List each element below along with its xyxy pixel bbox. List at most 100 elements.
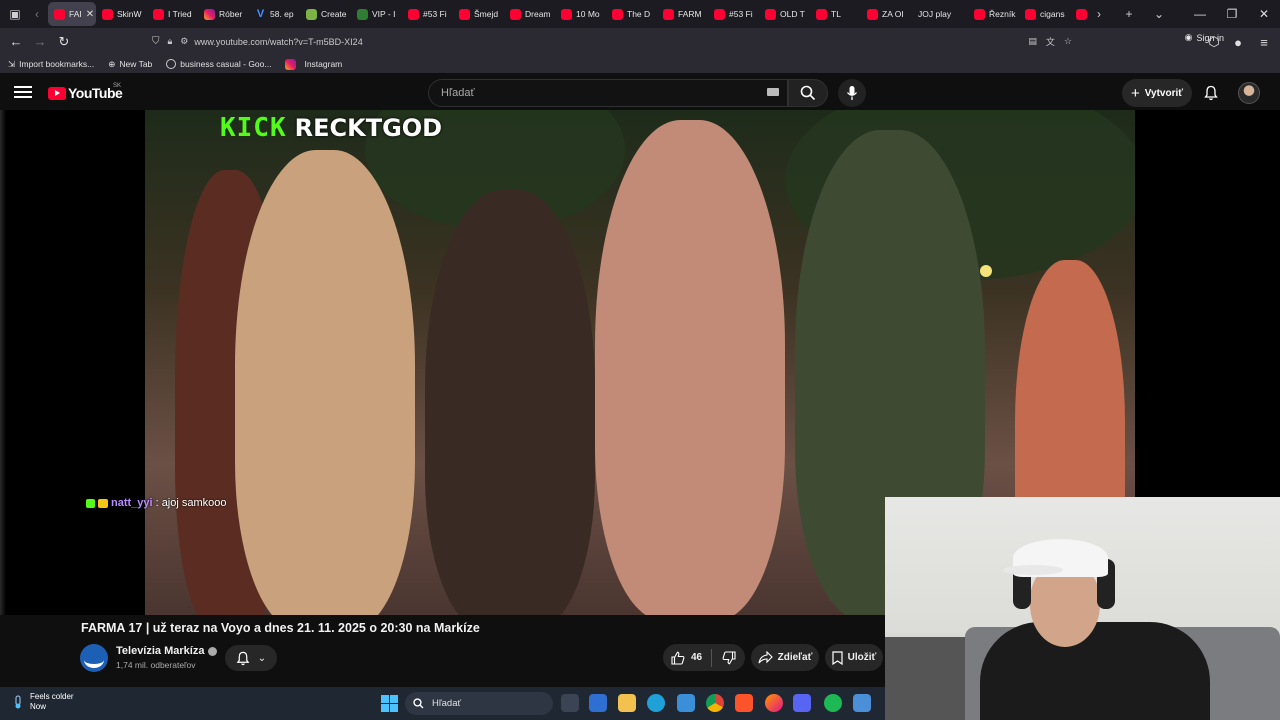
bookmark-label: New Tab (119, 59, 153, 69)
browser-tab[interactable]: 10 Mo (555, 2, 606, 26)
taskbar-search[interactable]: Hľadať (405, 692, 553, 715)
restore-icon[interactable]: ❐ (1216, 7, 1248, 21)
extensions-icon[interactable]: ⬡ (1202, 30, 1226, 54)
browser-tab[interactable]: cigans (1019, 2, 1070, 26)
weather-widget[interactable]: Feels colder Now (12, 692, 74, 712)
browser-tab[interactable]: #53 Fi (708, 2, 759, 26)
dislike-button[interactable] (722, 650, 736, 665)
brave-icon[interactable] (735, 694, 753, 712)
bookmark-star-icon[interactable]: ☆ (1064, 36, 1072, 47)
profile-color-icon[interactable]: ● (1226, 30, 1250, 54)
bookmarks-bar: ⇲ Import bookmarks... ⊕ New Tab business… (0, 55, 1280, 73)
bookmark-google[interactable]: business casual - Goo... (166, 59, 271, 69)
discord-icon[interactable] (793, 694, 811, 712)
translate-icon[interactable]: 文 (1046, 35, 1055, 48)
browser-tab[interactable]: Řezník (968, 2, 1019, 26)
tab-label: JOJ play (918, 9, 952, 19)
browser-tab[interactable]: FARM (657, 2, 708, 26)
menu-icon[interactable]: ≡ (1252, 30, 1276, 54)
channel-name: Televízia Markíza (116, 645, 205, 657)
browser-tab[interactable]: #53 Fi (402, 2, 453, 26)
browser-tab[interactable]: Róber (198, 2, 249, 26)
create-button[interactable]: + Vytvoriť (1122, 79, 1192, 107)
like-button[interactable]: 46 (671, 651, 702, 665)
tab-favicon-icon (714, 8, 725, 20)
subscription-notification-button[interactable]: ⌄ (225, 645, 277, 671)
tab-overflow-chevron-icon[interactable]: ⌄ (1148, 3, 1170, 25)
browser-tab[interactable]: Create (300, 2, 351, 26)
account-avatar[interactable] (1238, 82, 1260, 104)
reader-view-icon[interactable]: ▤ (1028, 36, 1037, 47)
keyboard-icon[interactable] (767, 88, 779, 96)
chat-badge-icon (98, 498, 108, 508)
new-tab-icon[interactable]: + (1118, 3, 1140, 25)
streamer-name: RECKTGOD (294, 114, 443, 142)
spotify-icon[interactable] (824, 694, 842, 712)
search-input[interactable]: Hľadať (428, 79, 788, 107)
bookmark-instagram[interactable]: Instagram (285, 58, 342, 70)
tab-favicon-icon (974, 8, 985, 20)
channel-avatar[interactable] (80, 644, 108, 672)
browser-tab[interactable]: TL (810, 2, 861, 26)
tab-list-icon[interactable]: ▣ (4, 3, 26, 25)
browser-tab[interactable]: The D (606, 2, 657, 26)
guide-menu-icon[interactable] (14, 84, 32, 102)
minimize-icon[interactable]: — (1184, 7, 1216, 21)
browser-tab[interactable]: FAI ✕ (48, 2, 96, 26)
channel-name-link[interactable]: Televízia Markíza (116, 645, 218, 657)
store-icon[interactable] (589, 694, 607, 712)
lock-icon[interactable]: 🔒︎ (168, 36, 173, 47)
back-icon[interactable]: ← (4, 30, 28, 54)
windows-start-icon[interactable] (381, 695, 398, 712)
browser-tab[interactable]: V 58. ep (249, 2, 300, 26)
browser-tab-bar: ▣ ‹ FAI ✕ SkinW I Tried Róber V 58. ep Create VI… (0, 0, 1280, 28)
firefox-icon[interactable] (765, 694, 783, 712)
tab-label: FAI (69, 9, 82, 19)
person-shape (235, 150, 415, 615)
bookmark-new-tab[interactable]: ⊕ New Tab (108, 59, 152, 70)
youtube-logo[interactable]: YouTube (48, 85, 123, 101)
reload-icon[interactable]: ↻ (52, 30, 76, 54)
voice-search-button[interactable] (838, 79, 866, 107)
search-placeholder: Hľadať (441, 87, 475, 99)
tab-label: ZA OI (882, 9, 904, 19)
scroll-tabs-left-icon[interactable]: ‹ (26, 3, 48, 25)
file-explorer-icon[interactable] (618, 694, 636, 712)
browser-tab[interactable]: I Tried (147, 2, 198, 26)
bookmark-import[interactable]: ⇲ Import bookmarks... (8, 59, 94, 70)
url-bar[interactable]: ⛉ 🔒︎ ⚙ www.youtube.com/watch?v=T-m5BD-XI… (152, 31, 1072, 52)
tab-label: Řezník (989, 9, 1016, 19)
task-view-icon[interactable] (561, 694, 579, 712)
tab-label: Róber (219, 9, 243, 19)
browser-tab[interactable]: VIP - I (351, 2, 402, 26)
tab-favicon-icon: V (256, 8, 265, 20)
save-button[interactable]: Uložiť (825, 644, 883, 671)
tab-favicon-icon (867, 8, 878, 20)
browser-tab[interactable]: SkinW (96, 2, 147, 26)
url-text[interactable]: www.youtube.com/watch?v=T-m5BD-XI24 (194, 37, 362, 47)
notepad-icon[interactable] (853, 694, 871, 712)
tab-close-icon[interactable]: ✕ (86, 9, 94, 20)
browser-tab[interactable]: OLD T (759, 2, 810, 26)
share-button[interactable]: Zdieľať (751, 644, 819, 671)
browser-tab[interactable]: JOJ play (912, 2, 968, 26)
close-window-icon[interactable]: ✕ (1248, 7, 1280, 21)
tab-label: SkinW (117, 9, 142, 19)
scroll-tabs-right-icon[interactable]: › (1088, 3, 1110, 25)
browser-tab[interactable]: ZA OI (861, 2, 912, 26)
thumbs-down-icon (722, 650, 736, 664)
like-count: 46 (691, 652, 703, 663)
edge-icon[interactable] (647, 694, 665, 712)
browser-tab[interactable]: cc (1070, 2, 1088, 26)
shield-icon[interactable]: ⛉ (152, 36, 160, 47)
tab-favicon-icon (357, 8, 368, 20)
permissions-icon[interactable]: ⚙ (180, 36, 188, 47)
chrome-icon[interactable] (706, 694, 724, 712)
search-button[interactable] (788, 79, 828, 107)
photos-icon[interactable] (677, 694, 695, 712)
forward-icon[interactable]: → (28, 30, 52, 54)
tab-favicon-icon (765, 8, 776, 20)
notifications-button[interactable] (1200, 82, 1222, 104)
browser-tab[interactable]: Šmejd (453, 2, 504, 26)
browser-tab[interactable]: Dream (504, 2, 555, 26)
